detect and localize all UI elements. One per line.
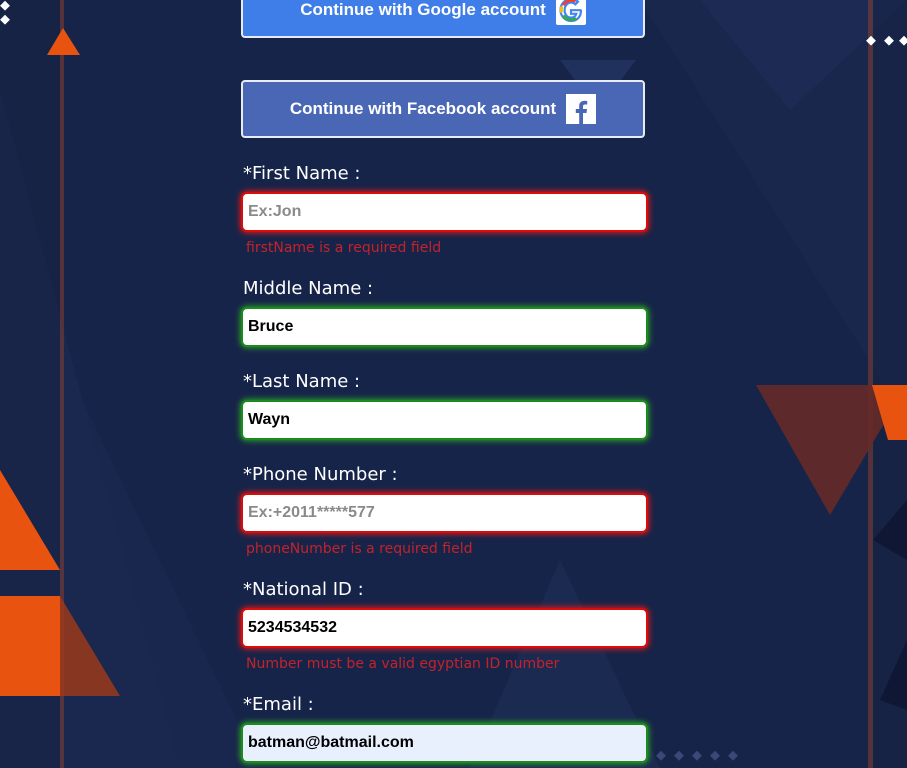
national-id-error: Number must be a valid egyptian ID numbe… xyxy=(246,656,560,672)
middle-name-input[interactable] xyxy=(241,307,648,347)
google-icon xyxy=(555,0,586,25)
last-name-label: *Last Name : xyxy=(243,371,361,392)
facebook-login-label: Continue with Facebook account xyxy=(289,99,557,118)
email-label: *Email : xyxy=(243,694,314,715)
phone-error: phoneNumber is a required field xyxy=(246,541,473,557)
last-name-input[interactable] xyxy=(241,400,648,440)
middle-name-label: Middle Name : xyxy=(243,278,374,299)
google-login-label: Continue with Google account xyxy=(300,0,546,19)
national-id-label: *National ID : xyxy=(243,579,364,600)
facebook-login-button[interactable]: Continue with Facebook account xyxy=(241,80,645,138)
google-login-button[interactable]: Continue with Google account xyxy=(241,0,645,38)
first-name-error: firstName is a required field xyxy=(246,240,442,256)
email-input[interactable] xyxy=(241,723,648,763)
first-name-label: *First Name : xyxy=(243,163,361,184)
first-name-input[interactable] xyxy=(241,192,648,232)
phone-label: *Phone Number : xyxy=(243,464,398,485)
phone-input[interactable] xyxy=(241,493,648,533)
facebook-icon xyxy=(566,94,597,124)
national-id-input[interactable] xyxy=(241,608,648,648)
